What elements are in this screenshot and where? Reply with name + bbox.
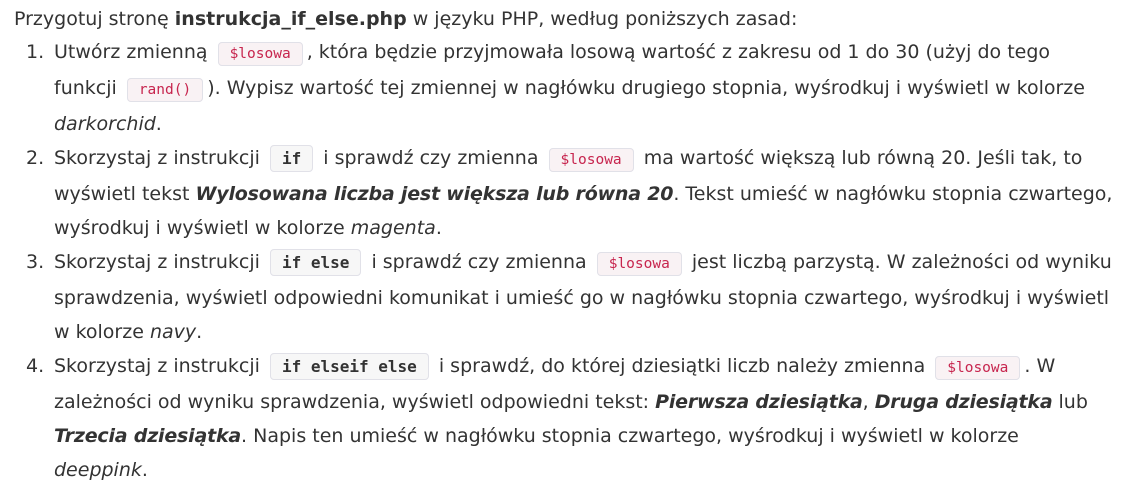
task-item-4: 4. Skorzystaj z instrukcji if elseif els… <box>14 349 1118 487</box>
code-keyword-if: if <box>269 145 314 172</box>
task-text: i sprawdź, do której dziesiątki liczb na… <box>438 355 926 377</box>
output-text: Trzecia dziesiątka <box>54 425 242 447</box>
assignment-document: Przygotuj stronę instrukcja_if_else.php … <box>0 0 1132 481</box>
code-variable-losowa: $losowa <box>217 42 303 66</box>
task-item-2: 2. Skorzystaj z instrukcji if i sprawdź … <box>14 141 1118 245</box>
color-name: darkorchid <box>54 113 156 135</box>
intro-text-before: Przygotuj stronę <box>14 8 175 30</box>
task-number: 3. <box>26 251 45 273</box>
code-variable-losowa: $losowa <box>548 148 634 172</box>
intro-text-after: w języku PHP, według poniższych zasad: <box>406 8 798 30</box>
task-text: , <box>862 391 875 413</box>
code-variable-losowa: $losowa <box>596 252 682 276</box>
intro-paragraph: Przygotuj stronę instrukcja_if_else.php … <box>14 0 1118 35</box>
task-item-1: 1. Utwórz zmienną $losowa, która będzie … <box>14 35 1118 141</box>
color-name: deeppink <box>54 459 142 481</box>
output-text: Druga dziesiątka <box>874 391 1053 413</box>
color-name: magenta <box>350 217 436 239</box>
task-text: . <box>141 459 148 481</box>
task-text: lub <box>1052 391 1088 413</box>
color-name: navy <box>149 321 197 343</box>
task-number: 1. <box>26 41 45 63</box>
task-number: 2. <box>26 147 45 169</box>
task-text: . Napis ten umieść w nagłówku stopnia cz… <box>241 425 1019 447</box>
task-text: i sprawdź czy zmienna <box>371 251 587 273</box>
task-text: Utwórz zmienną <box>54 41 208 63</box>
task-text: . <box>155 113 162 135</box>
output-text: Wylosowana liczba jest większa lub równa… <box>195 183 674 205</box>
task-text: i sprawdź czy zmienna <box>323 147 539 169</box>
task-text: Skorzystaj z instrukcji <box>54 251 260 273</box>
task-number: 4. <box>26 355 45 377</box>
task-list: 1. Utwórz zmienną $losowa, która będzie … <box>14 35 1118 487</box>
intro-filename: instrukcja_if_else.php <box>174 8 407 30</box>
task-item-3: 3. Skorzystaj z instrukcji if else i spr… <box>14 245 1118 349</box>
code-keyword-if-elseif-else: if elseif else <box>269 353 429 380</box>
output-text: Pierwsza dziesiątka <box>655 391 863 413</box>
code-keyword-if-else: if else <box>269 249 362 276</box>
task-text: Skorzystaj z instrukcji <box>54 355 260 377</box>
task-text: ). Wypisz wartość tej zmiennej w nagłówk… <box>207 77 1085 99</box>
code-variable-losowa: $losowa <box>935 356 1021 380</box>
task-text: . <box>196 321 203 343</box>
code-function-rand: rand() <box>126 78 204 102</box>
task-text: Skorzystaj z instrukcji <box>54 147 260 169</box>
task-text: . <box>435 217 442 239</box>
